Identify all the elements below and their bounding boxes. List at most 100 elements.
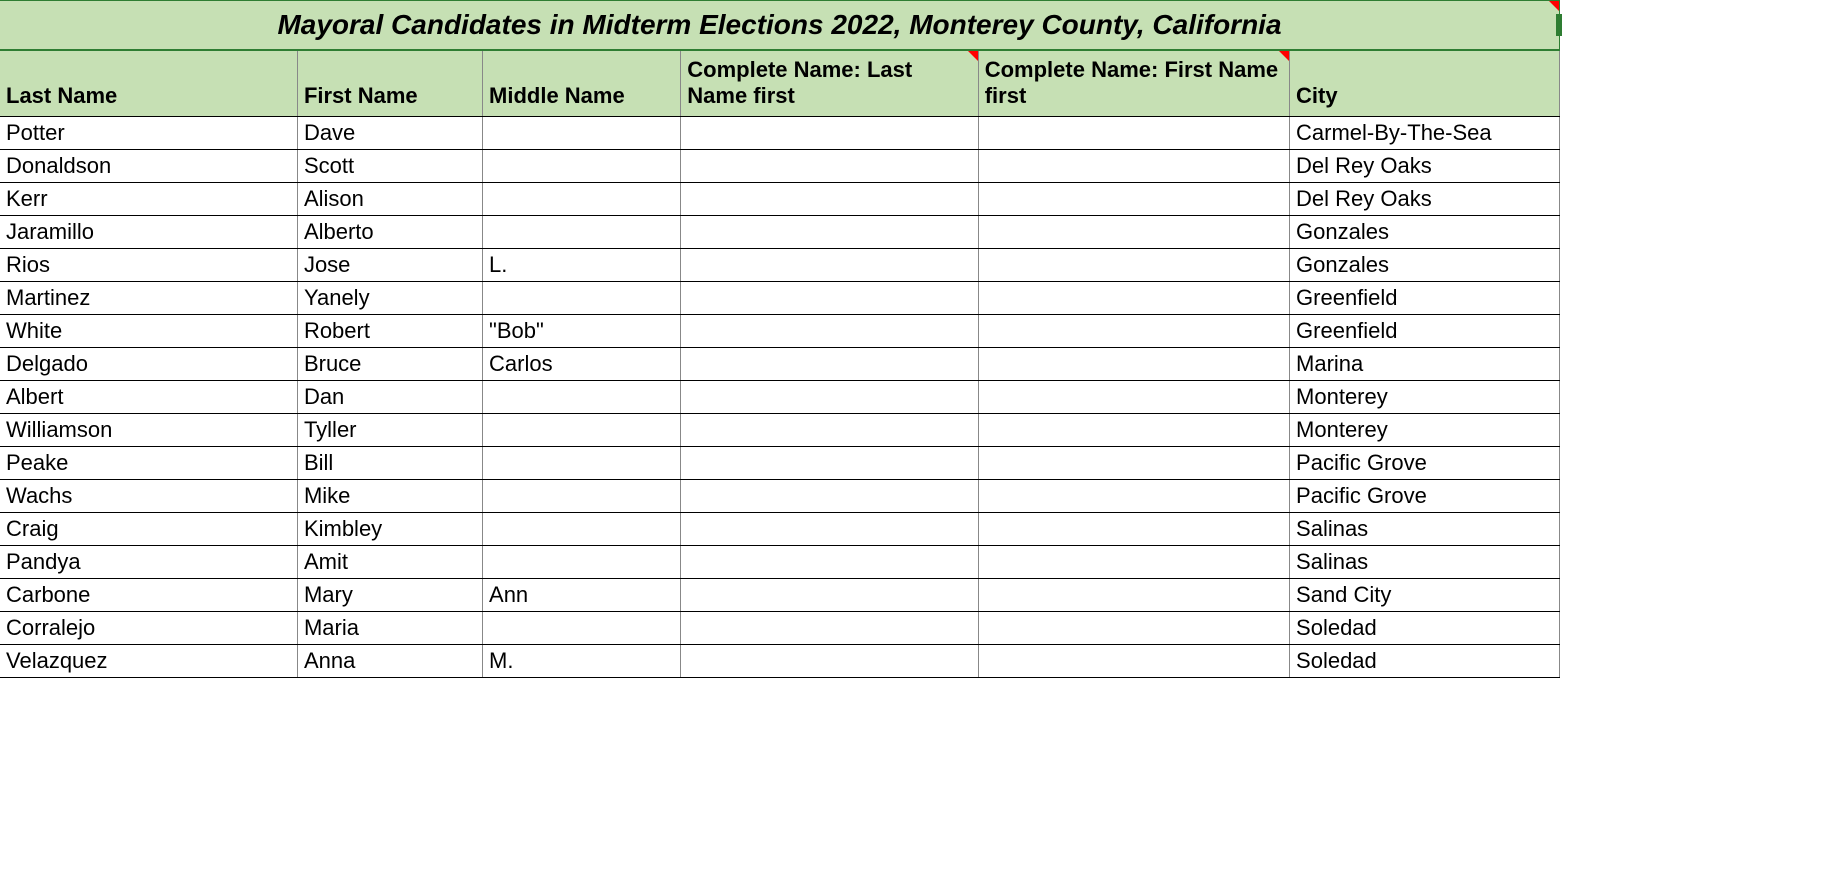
cell-complete-first-first[interactable] — [978, 578, 1289, 611]
cell-last-name[interactable]: Donaldson — [0, 149, 297, 182]
cell-city[interactable]: Greenfield — [1290, 314, 1560, 347]
cell-complete-last-first[interactable] — [681, 215, 978, 248]
cell-first-name[interactable]: Anna — [297, 644, 482, 677]
cell-first-name[interactable]: Alison — [297, 182, 482, 215]
cell-city[interactable]: Carmel-By-The-Sea — [1290, 116, 1560, 149]
cell-selection-handle-icon[interactable] — [1556, 14, 1562, 36]
cell-city[interactable]: Pacific Grove — [1290, 479, 1560, 512]
comment-indicator-icon[interactable] — [1549, 1, 1559, 11]
cell-complete-last-first[interactable] — [681, 314, 978, 347]
cell-complete-last-first[interactable] — [681, 248, 978, 281]
cell-complete-first-first[interactable] — [978, 248, 1289, 281]
cell-last-name[interactable]: Craig — [0, 512, 297, 545]
cell-complete-first-first[interactable] — [978, 314, 1289, 347]
cell-last-name[interactable]: Delgado — [0, 347, 297, 380]
cell-complete-first-first[interactable] — [978, 512, 1289, 545]
cell-complete-first-first[interactable] — [978, 611, 1289, 644]
cell-first-name[interactable]: Bill — [297, 446, 482, 479]
cell-first-name[interactable]: Scott — [297, 149, 482, 182]
cell-complete-first-first[interactable] — [978, 281, 1289, 314]
cell-last-name[interactable]: Pandya — [0, 545, 297, 578]
cell-last-name[interactable]: Corralejo — [0, 611, 297, 644]
cell-complete-last-first[interactable] — [681, 380, 978, 413]
cell-complete-first-first[interactable] — [978, 182, 1289, 215]
cell-last-name[interactable]: Potter — [0, 116, 297, 149]
cell-complete-last-first[interactable] — [681, 413, 978, 446]
cell-complete-first-first[interactable] — [978, 380, 1289, 413]
cell-middle-name[interactable]: Carlos — [483, 347, 681, 380]
cell-complete-first-first[interactable] — [978, 479, 1289, 512]
cell-first-name[interactable]: Bruce — [297, 347, 482, 380]
cell-last-name[interactable]: Jaramillo — [0, 215, 297, 248]
cell-middle-name[interactable]: L. — [483, 248, 681, 281]
cell-first-name[interactable]: Alberto — [297, 215, 482, 248]
cell-middle-name[interactable] — [483, 545, 681, 578]
cell-complete-last-first[interactable] — [681, 644, 978, 677]
cell-complete-last-first[interactable] — [681, 182, 978, 215]
cell-middle-name[interactable] — [483, 512, 681, 545]
cell-last-name[interactable]: Albert — [0, 380, 297, 413]
cell-middle-name[interactable] — [483, 215, 681, 248]
header-complete-last-first[interactable]: Complete Name: Last Name first — [681, 50, 978, 116]
cell-complete-last-first[interactable] — [681, 545, 978, 578]
cell-complete-last-first[interactable] — [681, 347, 978, 380]
cell-complete-first-first[interactable] — [978, 347, 1289, 380]
header-complete-first-first[interactable]: Complete Name: First Name first — [978, 50, 1289, 116]
cell-middle-name[interactable] — [483, 413, 681, 446]
cell-complete-last-first[interactable] — [681, 611, 978, 644]
cell-last-name[interactable]: Velazquez — [0, 644, 297, 677]
spreadsheet-table[interactable]: Mayoral Candidates in Midterm Elections … — [0, 0, 1560, 678]
cell-middle-name[interactable] — [483, 149, 681, 182]
cell-first-name[interactable]: Amit — [297, 545, 482, 578]
cell-middle-name[interactable] — [483, 446, 681, 479]
cell-complete-last-first[interactable] — [681, 578, 978, 611]
cell-city[interactable]: Soledad — [1290, 611, 1560, 644]
cell-first-name[interactable]: Tyller — [297, 413, 482, 446]
cell-first-name[interactable]: Yanely — [297, 281, 482, 314]
cell-city[interactable]: Del Rey Oaks — [1290, 149, 1560, 182]
cell-last-name[interactable]: Carbone — [0, 578, 297, 611]
cell-complete-last-first[interactable] — [681, 479, 978, 512]
cell-first-name[interactable]: Jose — [297, 248, 482, 281]
cell-last-name[interactable]: Williamson — [0, 413, 297, 446]
cell-last-name[interactable]: Rios — [0, 248, 297, 281]
cell-last-name[interactable]: Peake — [0, 446, 297, 479]
header-city[interactable]: City — [1290, 50, 1560, 116]
cell-city[interactable]: Pacific Grove — [1290, 446, 1560, 479]
cell-city[interactable]: Monterey — [1290, 380, 1560, 413]
cell-complete-last-first[interactable] — [681, 281, 978, 314]
cell-last-name[interactable]: Martinez — [0, 281, 297, 314]
cell-first-name[interactable]: Kimbley — [297, 512, 482, 545]
cell-last-name[interactable]: Kerr — [0, 182, 297, 215]
comment-indicator-icon[interactable] — [968, 51, 978, 61]
cell-complete-first-first[interactable] — [978, 545, 1289, 578]
cell-complete-last-first[interactable] — [681, 116, 978, 149]
cell-first-name[interactable]: Mike — [297, 479, 482, 512]
cell-middle-name[interactable]: Ann — [483, 578, 681, 611]
cell-city[interactable]: Marina — [1290, 347, 1560, 380]
cell-city[interactable]: Monterey — [1290, 413, 1560, 446]
cell-city[interactable]: Del Rey Oaks — [1290, 182, 1560, 215]
header-middle-name[interactable]: Middle Name — [483, 50, 681, 116]
cell-complete-first-first[interactable] — [978, 116, 1289, 149]
cell-middle-name[interactable] — [483, 479, 681, 512]
header-first-name[interactable]: First Name — [297, 50, 482, 116]
cell-first-name[interactable]: Dan — [297, 380, 482, 413]
header-last-name[interactable]: Last Name — [0, 50, 297, 116]
cell-first-name[interactable]: Dave — [297, 116, 482, 149]
cell-first-name[interactable]: Robert — [297, 314, 482, 347]
cell-last-name[interactable]: Wachs — [0, 479, 297, 512]
cell-city[interactable]: Sand City — [1290, 578, 1560, 611]
cell-city[interactable]: Greenfield — [1290, 281, 1560, 314]
cell-middle-name[interactable] — [483, 380, 681, 413]
cell-first-name[interactable]: Mary — [297, 578, 482, 611]
cell-middle-name[interactable] — [483, 116, 681, 149]
cell-complete-first-first[interactable] — [978, 149, 1289, 182]
cell-complete-last-first[interactable] — [681, 149, 978, 182]
cell-middle-name[interactable]: "Bob" — [483, 314, 681, 347]
cell-city[interactable]: Gonzales — [1290, 248, 1560, 281]
cell-city[interactable]: Soledad — [1290, 644, 1560, 677]
cell-complete-first-first[interactable] — [978, 215, 1289, 248]
cell-city[interactable]: Salinas — [1290, 545, 1560, 578]
cell-city[interactable]: Gonzales — [1290, 215, 1560, 248]
